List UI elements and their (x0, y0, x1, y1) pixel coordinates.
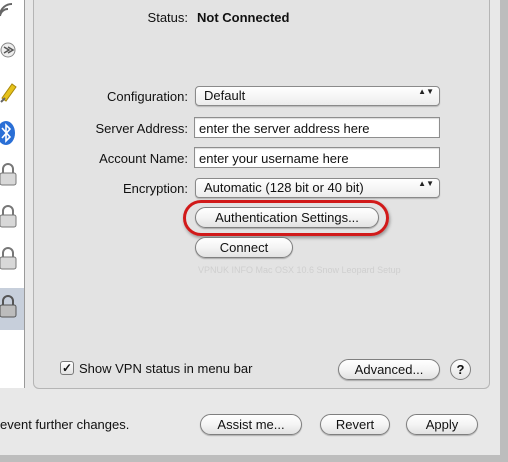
lock-icon[interactable] (0, 246, 18, 272)
encryption-popup[interactable]: Automatic (128 bit or 40 bit) ▲▼ (195, 178, 440, 198)
selected-service-item[interactable] (0, 288, 24, 330)
account-name-field[interactable]: enter your username here (194, 147, 440, 168)
server-address-field[interactable]: enter the server address here (194, 117, 440, 138)
authentication-settings-button[interactable]: Authentication Settings... (195, 207, 379, 228)
popup-arrows-icon: ▲▼ (418, 87, 434, 96)
encryption-value: Automatic (128 bit or 40 bit) (204, 180, 364, 195)
advanced-button[interactable]: Advanced... (338, 359, 440, 380)
lock-prevent-changes-text: event further changes. (0, 417, 130, 432)
wifi-icon[interactable] (0, 0, 18, 26)
server-address-value: enter the server address here (199, 121, 370, 136)
account-name-label: Account Name: (99, 151, 188, 166)
lock-icon (0, 294, 18, 320)
show-vpn-status-label: Show VPN status in menu bar (79, 361, 253, 376)
apply-button[interactable]: Apply (406, 414, 478, 435)
lock-icon[interactable] (0, 204, 18, 230)
server-address-label: Server Address: (95, 121, 189, 136)
window-shadow-bottom (0, 455, 508, 462)
status-value: Not Connected (197, 10, 290, 25)
popup-arrows-icon: ▲▼ (418, 179, 434, 188)
configuration-label: Configuration: (107, 89, 188, 104)
show-vpn-status-checkbox[interactable]: ✓ (60, 361, 74, 375)
watermark-text: VPNUK INFO Mac OSX 10.6 Snow Leopard Set… (198, 265, 401, 275)
revert-button[interactable]: Revert (320, 414, 390, 435)
account-name-value: enter your username here (199, 151, 349, 166)
configuration-popup[interactable]: Default ▲▼ (195, 86, 440, 106)
ethernet-icon[interactable] (0, 80, 18, 106)
connect-button[interactable]: Connect (195, 237, 293, 258)
assist-me-button[interactable]: Assist me... (200, 414, 302, 435)
encryption-label: Encryption: (122, 181, 188, 196)
status-label: Status: (147, 10, 188, 25)
help-button[interactable]: ? (450, 359, 471, 380)
lock-icon[interactable] (0, 162, 18, 188)
service-list-sidebar[interactable] (0, 0, 25, 388)
firewire-icon[interactable] (0, 40, 18, 66)
window-shadow-right (500, 0, 508, 462)
configuration-value: Default (204, 88, 246, 103)
bluetooth-icon[interactable] (0, 120, 18, 146)
